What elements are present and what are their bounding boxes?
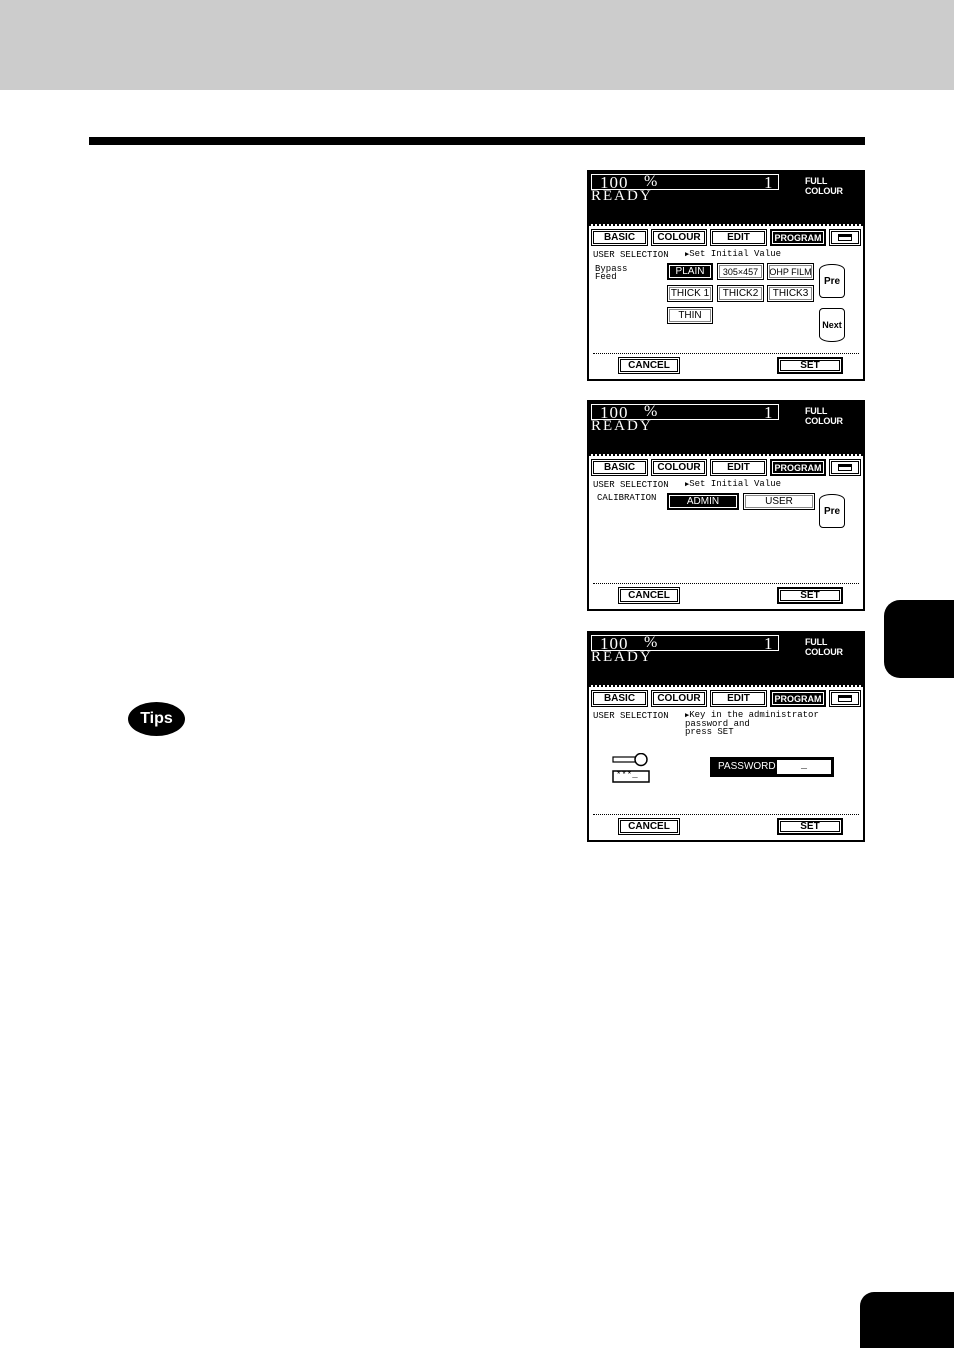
next-button[interactable]: Next	[819, 308, 845, 342]
set-button[interactable]: SET	[777, 357, 843, 374]
tab-template[interactable]	[829, 229, 861, 246]
template-icon	[838, 464, 852, 471]
lcd-status-area: 100 % 1 FULL COLOUR READY	[589, 633, 863, 685]
screen-heading: USER SELECTION	[593, 711, 669, 721]
screen-bypass-feed: 100 % 1 FULL COLOUR READY BASIC COLOUR E…	[587, 170, 865, 381]
tab-bar: BASIC COLOUR EDIT PROGRAM	[589, 454, 863, 476]
colour-mode: FULL COLOUR	[805, 406, 843, 426]
screen-heading: USER SELECTION	[593, 250, 669, 260]
screen-hint: Set Initial Value	[685, 480, 781, 489]
key-icon: ***_	[611, 752, 651, 785]
password-label: PASSWORD	[718, 761, 776, 772]
option-plain[interactable]: PLAIN	[667, 263, 713, 280]
tips-badge: Tips	[128, 702, 185, 736]
tab-template[interactable]	[829, 459, 861, 476]
lcd-status-area: 100 % 1 FULL COLOUR READY	[589, 172, 863, 224]
cancel-button[interactable]: CANCEL	[618, 357, 680, 374]
screen-heading: USER SELECTION	[593, 480, 669, 490]
screen-hint: Set Initial Value	[685, 250, 781, 259]
cancel-button[interactable]: CANCEL	[618, 587, 680, 604]
chapter-tab	[884, 600, 954, 678]
tab-program[interactable]: PROGRAM	[770, 229, 826, 246]
field-label: CALIBRATION	[597, 493, 657, 503]
pre-button[interactable]: Pre	[819, 494, 845, 528]
option-thick2[interactable]: THICK2	[717, 285, 764, 302]
tab-colour[interactable]: COLOUR	[651, 459, 707, 476]
option-thick3[interactable]: THICK3	[767, 285, 814, 302]
tab-colour[interactable]: COLOUR	[651, 690, 707, 707]
tab-edit[interactable]: EDIT	[710, 229, 767, 246]
pre-button[interactable]: Pre	[819, 264, 845, 298]
tab-colour[interactable]: COLOUR	[651, 229, 707, 246]
colour-mode: FULL COLOUR	[805, 637, 843, 657]
tab-basic[interactable]: BASIC	[591, 229, 648, 246]
screen-admin-password: 100 % 1 FULL COLOUR READY BASIC COLOUR E…	[587, 631, 865, 842]
section-rule	[89, 137, 865, 145]
status-text: READY	[591, 188, 653, 204]
tab-template[interactable]	[829, 690, 861, 707]
option-admin[interactable]: ADMIN	[667, 493, 739, 510]
field-label: Bypass Feed	[595, 264, 628, 282]
copy-count: 1	[764, 173, 773, 192]
key-caption: ***_	[616, 770, 638, 780]
set-button[interactable]: SET	[777, 818, 843, 835]
option-thin[interactable]: THIN	[667, 307, 713, 324]
colour-mode: FULL COLOUR	[805, 176, 843, 196]
copy-count: 1	[764, 403, 773, 422]
password-field[interactable]: PASSWORD _	[710, 757, 834, 777]
tab-basic[interactable]: BASIC	[591, 690, 648, 707]
tab-bar: BASIC COLOUR EDIT PROGRAM	[589, 685, 863, 707]
copy-count: 1	[764, 634, 773, 653]
status-text: READY	[591, 418, 653, 434]
tab-program[interactable]: PROGRAM	[770, 690, 826, 707]
tab-bar: BASIC COLOUR EDIT PROGRAM	[589, 224, 863, 246]
set-button[interactable]: SET	[777, 587, 843, 604]
status-text: READY	[591, 649, 653, 665]
page-number-tab	[860, 1292, 954, 1348]
screen-calibration: 100 % 1 FULL COLOUR READY BASIC COLOUR E…	[587, 400, 865, 611]
screen-hint: Key in the administrator password and pr…	[685, 711, 819, 737]
cancel-button[interactable]: CANCEL	[618, 818, 680, 835]
lcd-status-area: 100 % 1 FULL COLOUR READY	[589, 402, 863, 454]
option-ohp-film[interactable]: OHP FILM	[767, 263, 814, 280]
header-band	[0, 0, 954, 90]
option-user[interactable]: USER	[743, 493, 815, 510]
tab-basic[interactable]: BASIC	[591, 459, 648, 476]
option-305x457[interactable]: 305×457	[717, 263, 764, 280]
password-input[interactable]: _	[777, 760, 831, 774]
template-icon	[838, 695, 852, 702]
footer-divider	[593, 814, 859, 815]
tab-program[interactable]: PROGRAM	[770, 459, 826, 476]
option-thick1[interactable]: THICK 1	[667, 285, 713, 302]
template-icon	[838, 234, 852, 241]
footer-divider	[593, 353, 859, 354]
tab-edit[interactable]: EDIT	[710, 459, 767, 476]
footer-divider	[593, 583, 859, 584]
tab-edit[interactable]: EDIT	[710, 690, 767, 707]
